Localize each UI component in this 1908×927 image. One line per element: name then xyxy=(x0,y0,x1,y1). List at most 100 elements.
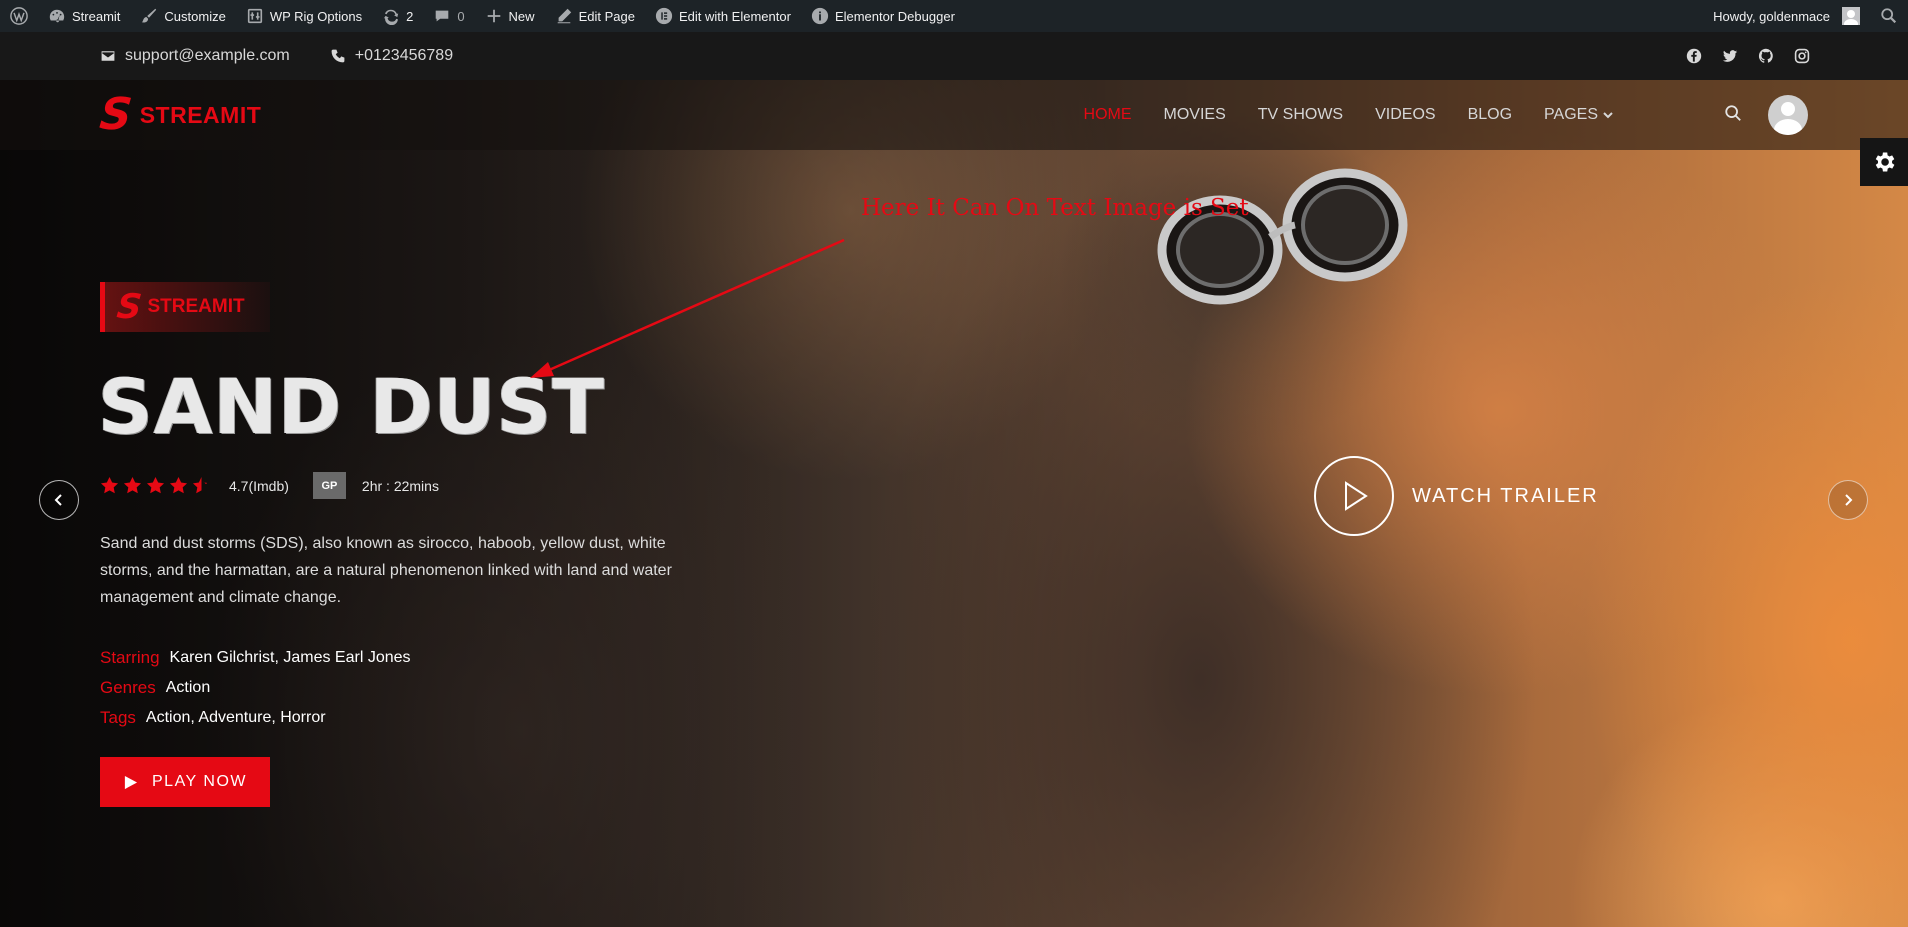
customize-label: Customize xyxy=(164,8,226,24)
nav-pages[interactable]: PAGES xyxy=(1544,106,1614,124)
edit-elementor-label: Edit with Elementor xyxy=(678,8,791,24)
watch-trailer-label: WATCH TRAILER xyxy=(1412,484,1599,507)
logo-s-icon: S xyxy=(97,89,135,140)
gear-icon xyxy=(1875,152,1895,172)
edit-page-link[interactable]: Edit Page xyxy=(545,0,645,32)
instagram-icon[interactable] xyxy=(1794,48,1810,64)
info-icon xyxy=(811,7,829,25)
tags-label: Tags xyxy=(100,708,136,727)
wordpress-icon xyxy=(10,7,28,25)
wp-rig-options-link[interactable]: WP Rig Options xyxy=(236,0,372,32)
comment-icon xyxy=(436,10,449,22)
movie-details: Starring Karen Gilchrist, James Earl Jon… xyxy=(100,643,411,733)
contact-bar: support@example.com +0123456789 xyxy=(0,32,1908,80)
tags-value: Action, Adventure, Horror xyxy=(145,709,326,726)
logo-text: STREAMIT xyxy=(139,101,262,128)
annotation-text: Here It Can On Text Image is Set xyxy=(861,195,1249,221)
wp-admin-bar: Streamit Customize WP Rig Options 2 0 Ne… xyxy=(0,0,1908,32)
new-label: New xyxy=(508,8,535,24)
main-nav: HOME MOVIES TV SHOWS VIDEOS BLOG PAGES xyxy=(1084,106,1614,124)
annotation-arrow xyxy=(530,238,845,378)
badge-text: STREAMIT xyxy=(147,296,245,317)
slider-next-button[interactable] xyxy=(1828,480,1868,520)
plus-icon xyxy=(487,9,500,23)
site-name-label: Streamit xyxy=(72,8,121,24)
user-avatar[interactable] xyxy=(1768,95,1808,135)
phone-link[interactable]: +0123456789 xyxy=(330,47,453,65)
envelope-icon xyxy=(101,51,115,61)
watch-trailer-circle xyxy=(1314,456,1394,536)
social-links xyxy=(1686,48,1810,64)
nav-videos[interactable]: VIDEOS xyxy=(1375,106,1435,124)
nav-tv-shows[interactable]: TV SHOWS xyxy=(1258,106,1343,124)
comments-link[interactable]: 0 xyxy=(423,0,474,32)
starring-row: Starring Karen Gilchrist, James Earl Jon… xyxy=(100,643,411,673)
hero-badge: S STREAMIT xyxy=(100,282,270,332)
rig-options-icon xyxy=(247,8,262,24)
star-icon xyxy=(100,476,119,494)
starring-value: Karen Gilchrist, James Earl Jones xyxy=(169,649,411,666)
genres-row: Genres Action xyxy=(100,673,411,703)
updates-link[interactable]: 2 xyxy=(372,0,423,32)
nav-pages-label: PAGES xyxy=(1544,106,1598,123)
duration: 2hr : 22mins xyxy=(361,477,439,494)
comments-count: 0 xyxy=(457,8,465,24)
wp-logo-button[interactable] xyxy=(0,0,38,32)
nav-home[interactable]: HOME xyxy=(1084,106,1132,124)
star-icon xyxy=(169,476,188,494)
chevron-down-icon xyxy=(1603,112,1613,119)
star-icon xyxy=(123,476,142,494)
email-text: support@example.com xyxy=(125,47,290,64)
settings-button[interactable] xyxy=(1860,138,1908,186)
hero-description: Sand and dust storms (SDS), also known a… xyxy=(100,535,672,606)
star-icon xyxy=(146,476,165,494)
search-icon xyxy=(1725,105,1741,121)
elementor-debugger-link[interactable]: Elementor Debugger xyxy=(801,0,965,32)
nav-movies[interactable]: MOVIES xyxy=(1164,106,1226,124)
play-outline-icon xyxy=(1345,481,1368,511)
rating-stars xyxy=(100,476,211,495)
imdb-rating: 4.7(Imdb) xyxy=(229,477,289,494)
genres-label: Genres xyxy=(100,678,156,697)
customize-link[interactable]: Customize xyxy=(130,0,235,32)
badge-s-icon: S xyxy=(114,287,144,327)
chevron-left-icon xyxy=(54,494,62,506)
hero-meta: 4.7(Imdb) GP 2hr : 22mins xyxy=(100,472,439,499)
phone-icon xyxy=(331,49,345,63)
watch-trailer-button[interactable]: WATCH TRAILER xyxy=(1314,456,1599,536)
adminbar-search-button[interactable] xyxy=(1870,0,1908,32)
twitter-icon[interactable] xyxy=(1722,48,1738,64)
chevron-right-icon xyxy=(1845,494,1853,506)
certificate-badge: GP xyxy=(312,472,346,499)
edit-page-label: Edit Page xyxy=(578,8,635,24)
genres-value: Action xyxy=(165,679,211,696)
updates-icon xyxy=(383,9,399,25)
site-header: S STREAMIT HOME MOVIES TV SHOWS VIDEOS B… xyxy=(0,80,1908,150)
howdy-label: Howdy, goldenmace xyxy=(1713,8,1830,24)
pencil-icon xyxy=(557,8,571,24)
updates-count: 2 xyxy=(406,8,414,24)
slider-prev-button[interactable] xyxy=(39,480,79,520)
play-now-label: PLAY NOW xyxy=(152,773,247,790)
brush-icon xyxy=(142,8,157,23)
site-logo[interactable]: S STREAMIT xyxy=(97,89,262,140)
edit-elementor-link[interactable]: Edit with Elementor xyxy=(645,0,801,32)
play-now-button[interactable]: PLAY NOW xyxy=(100,757,270,807)
nav-blog[interactable]: BLOG xyxy=(1468,106,1512,124)
account-menu[interactable]: Howdy, goldenmace xyxy=(1703,0,1870,32)
adminbar-avatar xyxy=(1842,7,1860,25)
starring-label: Starring xyxy=(100,648,160,667)
site-name-link[interactable]: Streamit xyxy=(38,0,130,32)
github-icon[interactable] xyxy=(1758,48,1774,64)
play-icon xyxy=(124,775,138,789)
phone-text: +0123456789 xyxy=(354,47,454,64)
new-content-link[interactable]: New xyxy=(475,0,545,32)
facebook-icon[interactable] xyxy=(1686,48,1702,64)
header-search-button[interactable] xyxy=(1724,104,1746,126)
elementor-debugger-label: Elementor Debugger xyxy=(834,8,955,24)
email-link[interactable]: support@example.com xyxy=(100,47,290,65)
star-half-icon xyxy=(192,476,208,494)
tags-row: Tags Action, Adventure, Horror xyxy=(100,703,411,733)
goggles-graphic xyxy=(1157,168,1408,305)
dashboard-icon xyxy=(49,9,65,23)
